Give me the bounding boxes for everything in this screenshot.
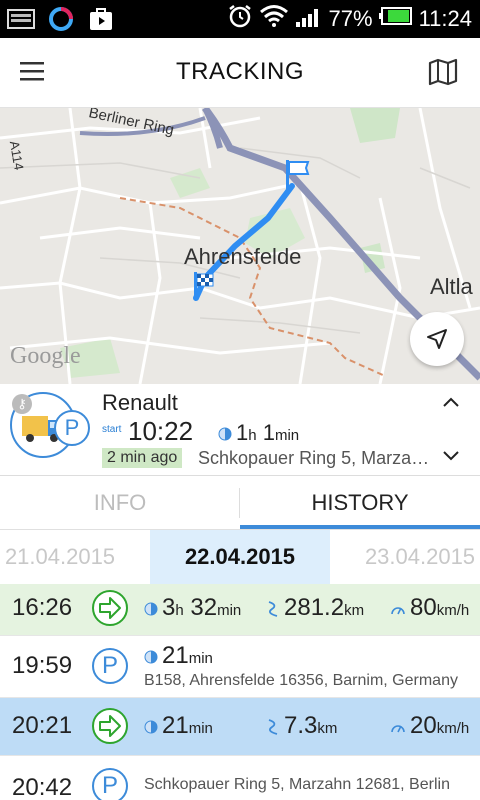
alarm-icon [227, 3, 253, 35]
map-view[interactable]: Berliner Ring A114 Ahrensfelde Altla Goo… [0, 108, 480, 384]
row-time: 19:59 [12, 652, 73, 679]
google-logo: Google [10, 343, 81, 369]
my-location-button[interactable] [410, 312, 464, 366]
tab-divider [239, 488, 240, 518]
row-distance: 7.3km [266, 712, 337, 740]
history-row-drive[interactable]: 16:26 3h 32min 281.2km 80km/h [0, 584, 480, 636]
duration-minutes-unit: min [217, 602, 242, 619]
chevron-down-icon[interactable] [442, 450, 460, 462]
row-duration: 21min [144, 642, 213, 670]
row-duration: 3h 32min [144, 594, 241, 622]
distance-unit: km [344, 602, 365, 619]
speed-value: 20 [410, 712, 437, 739]
distance-icon [268, 718, 278, 735]
row-duration: 21min [144, 712, 213, 740]
start-time: 10:22 [128, 416, 194, 446]
date-current[interactable]: 22.04.2015 [150, 530, 330, 584]
date-next[interactable]: 23.04.2015 [330, 544, 480, 570]
battery-icon [378, 6, 413, 32]
navigation-arrow-icon [427, 329, 447, 349]
clock-icon [144, 602, 158, 616]
history-row-stop[interactable]: 20:42 P Schkopauer Ring 5, Marzahn 12681… [0, 756, 480, 800]
distance-icon [268, 600, 278, 617]
speed-unit: km/h [436, 602, 470, 619]
vehicle-address: Schkopauer Ring 5, Marzahn 12681, Berlin [198, 448, 430, 468]
notification-image-icon [6, 6, 36, 32]
speedometer-icon [391, 606, 405, 615]
duration: 1h 1min [218, 420, 299, 446]
last-update-badge: 2 min ago [102, 448, 183, 468]
date-prev[interactable]: 21.04.2015 [0, 544, 150, 570]
duration-hours: 3 [162, 594, 176, 621]
duration-minutes-unit: min [188, 650, 213, 667]
row-time: 20:21 [12, 712, 73, 739]
row-address: Schkopauer Ring 5, Marzahn 12681, Berlin [144, 776, 450, 793]
vehicle-card[interactable]: ⚷ P Renault start 10:22 1h 1min 2 min ag… [0, 384, 480, 476]
duration-hours: 1 [236, 420, 249, 445]
notification-app-icon [46, 6, 76, 32]
duration-minutes: 32 [190, 594, 218, 621]
status-bar: 77% 11:24 [0, 0, 480, 38]
history-list: 16:26 3h 32min 281.2km 80km/h 19:59 P 21… [0, 584, 480, 800]
row-speed: 20km/h [390, 712, 469, 740]
speed-value: 80 [410, 594, 437, 621]
chevron-up-icon[interactable] [442, 396, 460, 408]
history-row-stop[interactable]: 19:59 P 21min B158, Ahrensfelde 16356, B… [0, 636, 480, 698]
tab-bar: INFO HISTORY [0, 476, 480, 530]
page-title: TRACKING [175, 58, 304, 85]
distance-value: 281.2 [284, 594, 345, 621]
key-icon: ⚷ [12, 394, 32, 414]
map-label-altla: Altla [430, 274, 473, 299]
drive-arrow-icon [92, 708, 128, 744]
parking-icon: P [92, 648, 128, 684]
clock-icon [218, 427, 232, 441]
row-time: 16:26 [12, 594, 73, 621]
duration-hours-unit: h [248, 427, 257, 444]
distance-unit: km [317, 720, 338, 737]
drive-arrow-icon [92, 590, 128, 626]
speedometer-icon [391, 724, 405, 733]
duration-minutes-unit: min [188, 720, 213, 737]
duration-minutes: 21 [162, 642, 189, 669]
speed-unit: km/h [436, 720, 470, 737]
clock-icon [144, 650, 158, 664]
distance-value: 7.3 [284, 712, 318, 739]
history-row-drive-selected[interactable]: 20:21 21min 7.3km 20km/h [0, 698, 480, 756]
row-address: B158, Ahrensfelde 16356, Barnim, Germany [144, 672, 458, 689]
vehicle-name: Renault [102, 390, 178, 415]
tab-history[interactable]: HISTORY [240, 476, 480, 529]
duration-minutes: 1 [262, 420, 275, 445]
duration-minutes-unit: min [274, 427, 300, 444]
status-time: 11:24 [418, 6, 472, 31]
start-label: start [102, 424, 122, 435]
app-bar: TRACKING [0, 38, 480, 108]
map-label-ahrensfelde: Ahrensfelde [184, 244, 302, 269]
parking-icon: P [54, 410, 90, 446]
row-distance: 281.2km [266, 594, 364, 622]
row-speed: 80km/h [390, 594, 469, 622]
battery-percent: 77% [328, 6, 373, 31]
date-selector: 21.04.2015 22.04.2015 23.04.2015 [0, 530, 480, 584]
signal-icon [295, 4, 323, 34]
wifi-icon [259, 4, 289, 34]
duration-minutes: 21 [162, 712, 189, 739]
play-store-icon [86, 6, 116, 32]
clock-icon [144, 720, 158, 734]
duration-hours-unit: h [175, 602, 184, 619]
parking-icon: P [92, 768, 128, 800]
row-time: 20:42 [12, 774, 73, 800]
tab-info[interactable]: INFO [0, 476, 240, 529]
map-icon[interactable] [428, 58, 460, 88]
